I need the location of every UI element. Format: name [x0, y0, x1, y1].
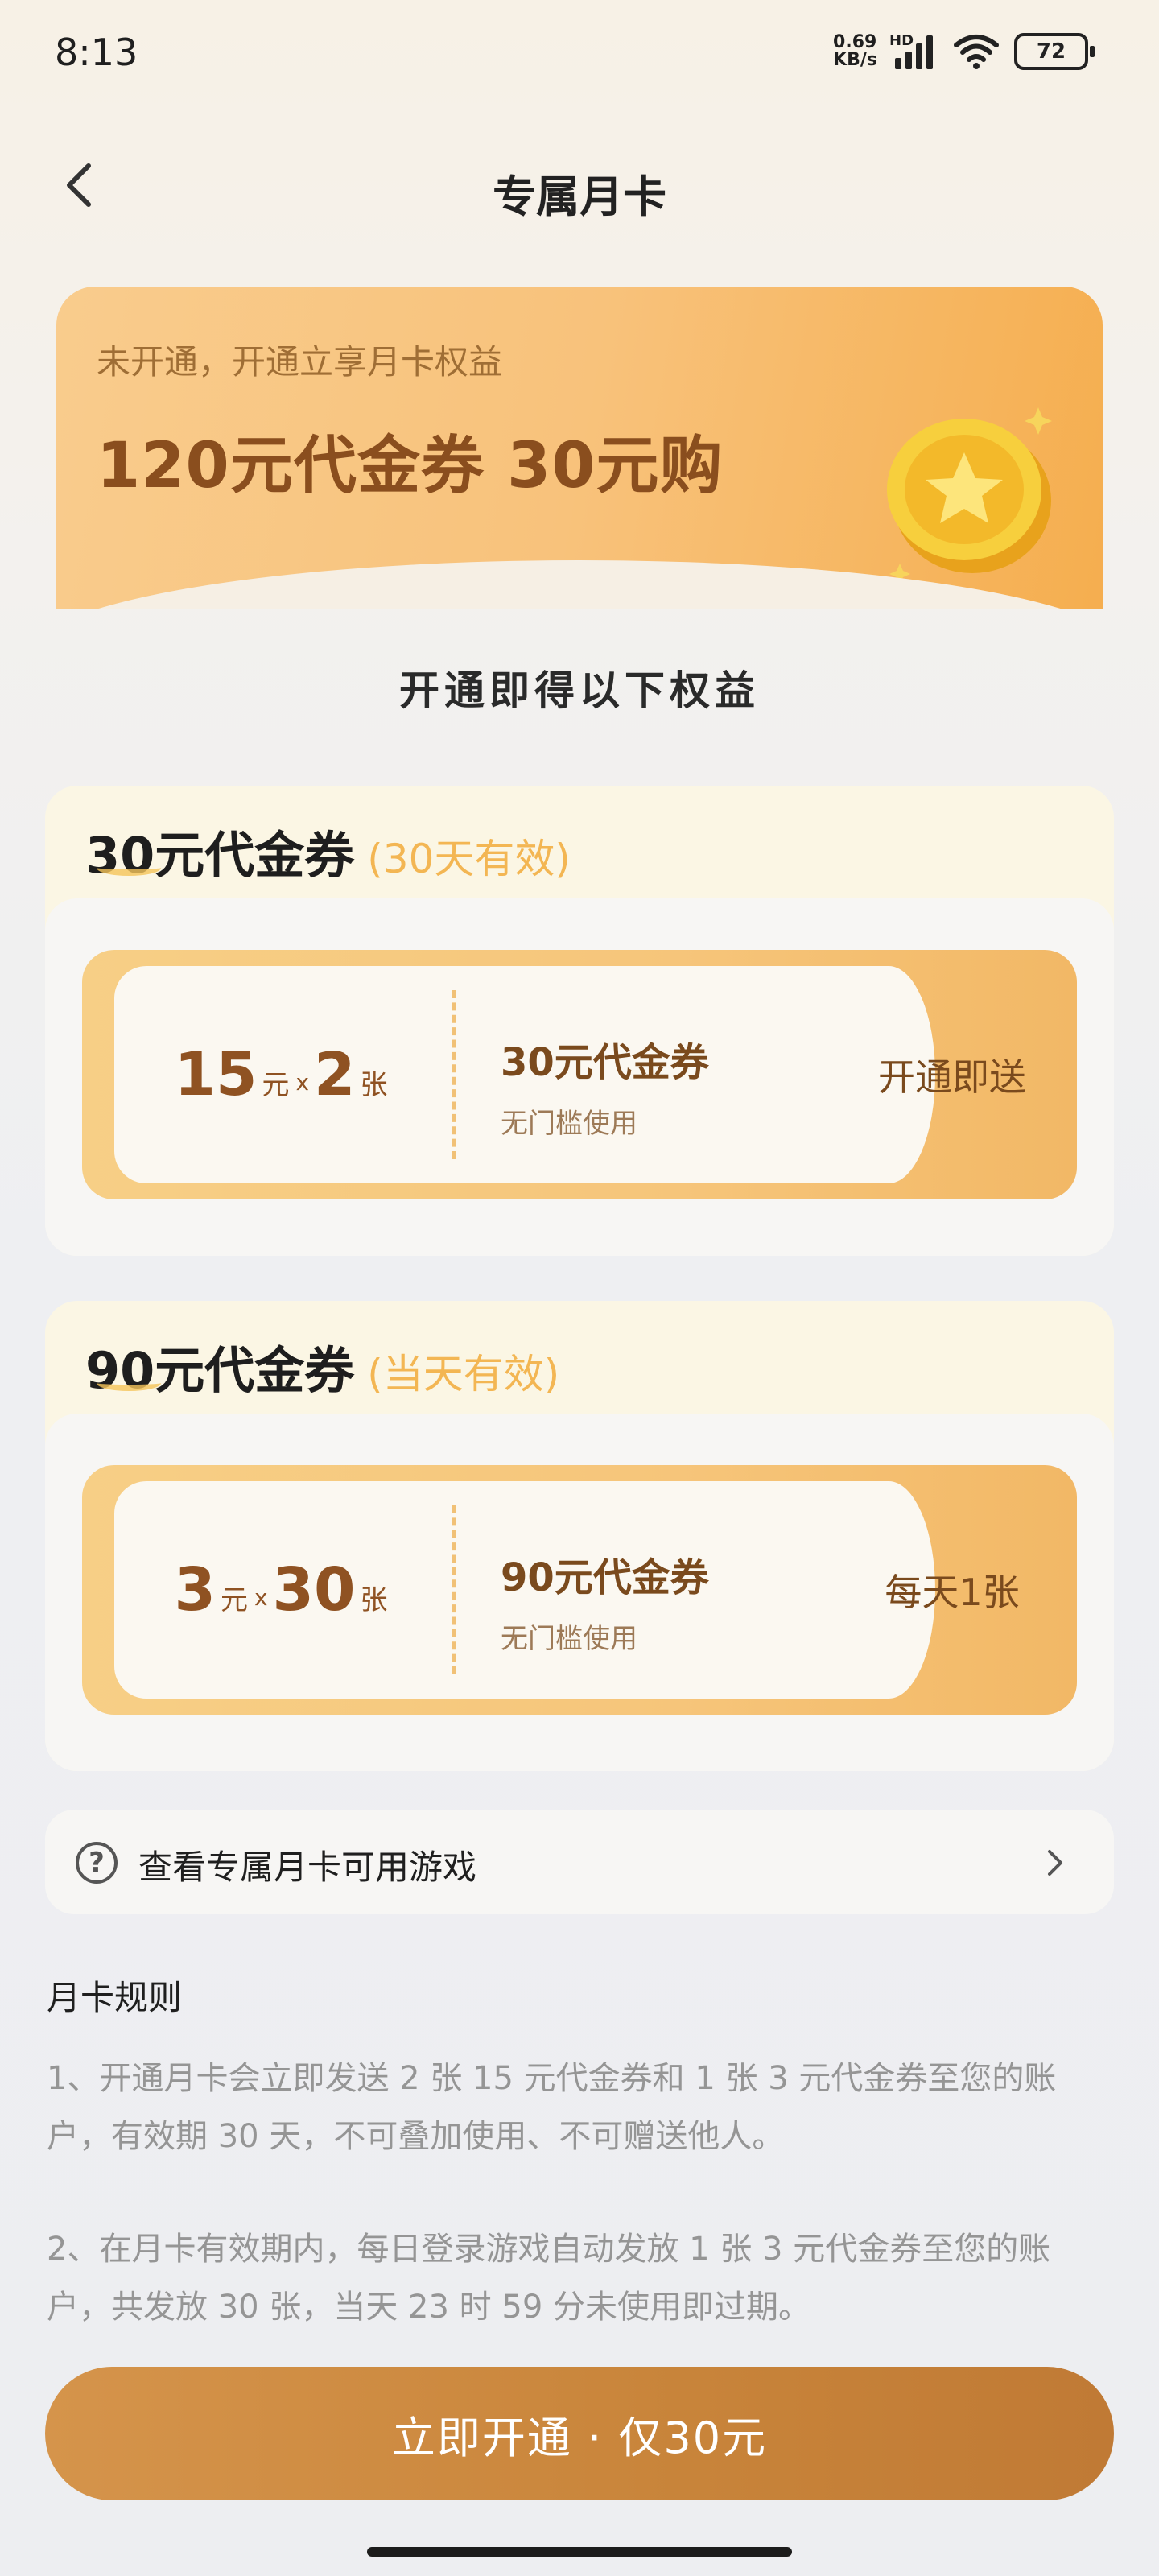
amount-unit: 元	[220, 1583, 248, 1616]
network-speed: 0.69 KB/s HD	[833, 32, 914, 70]
rules-title: 月卡规则	[47, 1978, 183, 2017]
section-title: 90元代金券 (当天有效)	[85, 1330, 559, 1402]
benefit-section-30: 30元代金券 (30天有效) 15 元 x 2 张 30元代金券 无门槛使用 开…	[45, 786, 1114, 1256]
hero-banner: 未开通，开通立享月卡权益 120元代金券 30元购	[56, 287, 1103, 609]
count-value: 30	[272, 1555, 356, 1624]
available-games-link[interactable]: ? 查看专属月卡可用游戏	[45, 1810, 1114, 1914]
rule-item: 1、开通月卡会立即发送 2 张 15 元代金券和 1 张 3 元代金券至您的账户…	[47, 2060, 1057, 2155]
count-unit: 张	[360, 1068, 388, 1101]
status-bar: 8:13 0.69 KB/s HD 72	[0, 0, 1159, 105]
question-icon: ?	[76, 1842, 118, 1884]
voucher-ticket: 3 元 x 30 张 90元代金券 无门槛使用 每天1张	[82, 1465, 1077, 1715]
net-speed-unit: KB/s	[833, 50, 877, 70]
coin-icon	[887, 407, 1052, 584]
hero-subtitle: 未开通，开通立享月卡权益	[97, 342, 503, 382]
page-title: 专属月卡	[493, 171, 666, 222]
voucher-desc: 无门槛使用	[501, 1108, 637, 1140]
hero-title: 120元代金券 30元购	[97, 430, 724, 502]
count-value: 2	[314, 1040, 356, 1109]
voucher-body: 15 元 x 2 张 30元代金券 无门槛使用	[114, 966, 935, 1183]
voucher-desc: 无门槛使用	[501, 1623, 637, 1655]
amount-unit: 元	[262, 1068, 290, 1101]
voucher-name: 90元代金券	[501, 1555, 709, 1600]
voucher-amount: 15 元 x 2 张	[114, 966, 452, 1183]
battery-icon: 72	[1014, 33, 1095, 70]
voucher-action: 开通即送	[878, 1055, 1026, 1099]
voucher-amount: 3 元 x 30 张	[114, 1481, 452, 1699]
times-sign: x	[254, 1583, 268, 1611]
available-games-label: 查看专属月卡可用游戏	[138, 1847, 477, 1887]
nav-bar: 专属月卡	[0, 137, 1159, 233]
rule-item: 2、在月卡有效期内，每日登录游戏自动发放 1 张 3 元代金券至您的账户，共发放…	[47, 2231, 1051, 2326]
benefits-heading: 开通即得以下权益	[399, 667, 760, 714]
title-underline-decoration	[97, 1375, 161, 1391]
title-underline-decoration	[97, 860, 161, 876]
battery-level: 72	[1036, 39, 1066, 64]
voucher-body: 3 元 x 30 张 90元代金券 无门槛使用	[114, 1481, 935, 1699]
ticket-divider	[452, 990, 456, 1159]
wifi-icon	[954, 35, 999, 69]
section-title: 30元代金券 (30天有效)	[85, 815, 571, 887]
section-card: 15 元 x 2 张 30元代金券 无门槛使用 开通即送	[45, 898, 1114, 1256]
section-validity: (当天有效)	[367, 1351, 560, 1397]
amount-value: 15	[174, 1040, 258, 1109]
voucher-name: 30元代金券	[501, 1040, 709, 1085]
times-sign: x	[295, 1068, 310, 1096]
amount-value: 3	[174, 1555, 216, 1624]
status-icons: 0.69 KB/s HD 72	[833, 32, 1095, 71]
count-unit: 张	[360, 1583, 388, 1616]
chevron-right-icon	[1048, 1850, 1062, 1876]
benefit-section-90: 90元代金券 (当天有效) 3 元 x 30 张 90元代金券 无门槛使用 每天…	[45, 1301, 1114, 1771]
activate-button[interactable]: 立即开通 · 仅30元	[45, 2367, 1114, 2500]
voucher-action: 每天1张	[885, 1571, 1020, 1614]
section-card: 3 元 x 30 张 90元代金券 无门槛使用 每天1张	[45, 1414, 1114, 1771]
net-speed-value: 0.69	[833, 32, 877, 52]
voucher-ticket: 15 元 x 2 张 30元代金券 无门槛使用 开通即送	[82, 950, 1077, 1199]
ticket-divider	[452, 1505, 456, 1674]
status-time: 8:13	[55, 31, 138, 74]
home-indicator	[367, 2547, 792, 2557]
section-title-text: 90元代金券	[85, 1341, 355, 1400]
section-title-text: 30元代金券	[85, 826, 355, 885]
section-validity: (30天有效)	[367, 836, 571, 882]
hd-label: HD	[889, 32, 914, 49]
